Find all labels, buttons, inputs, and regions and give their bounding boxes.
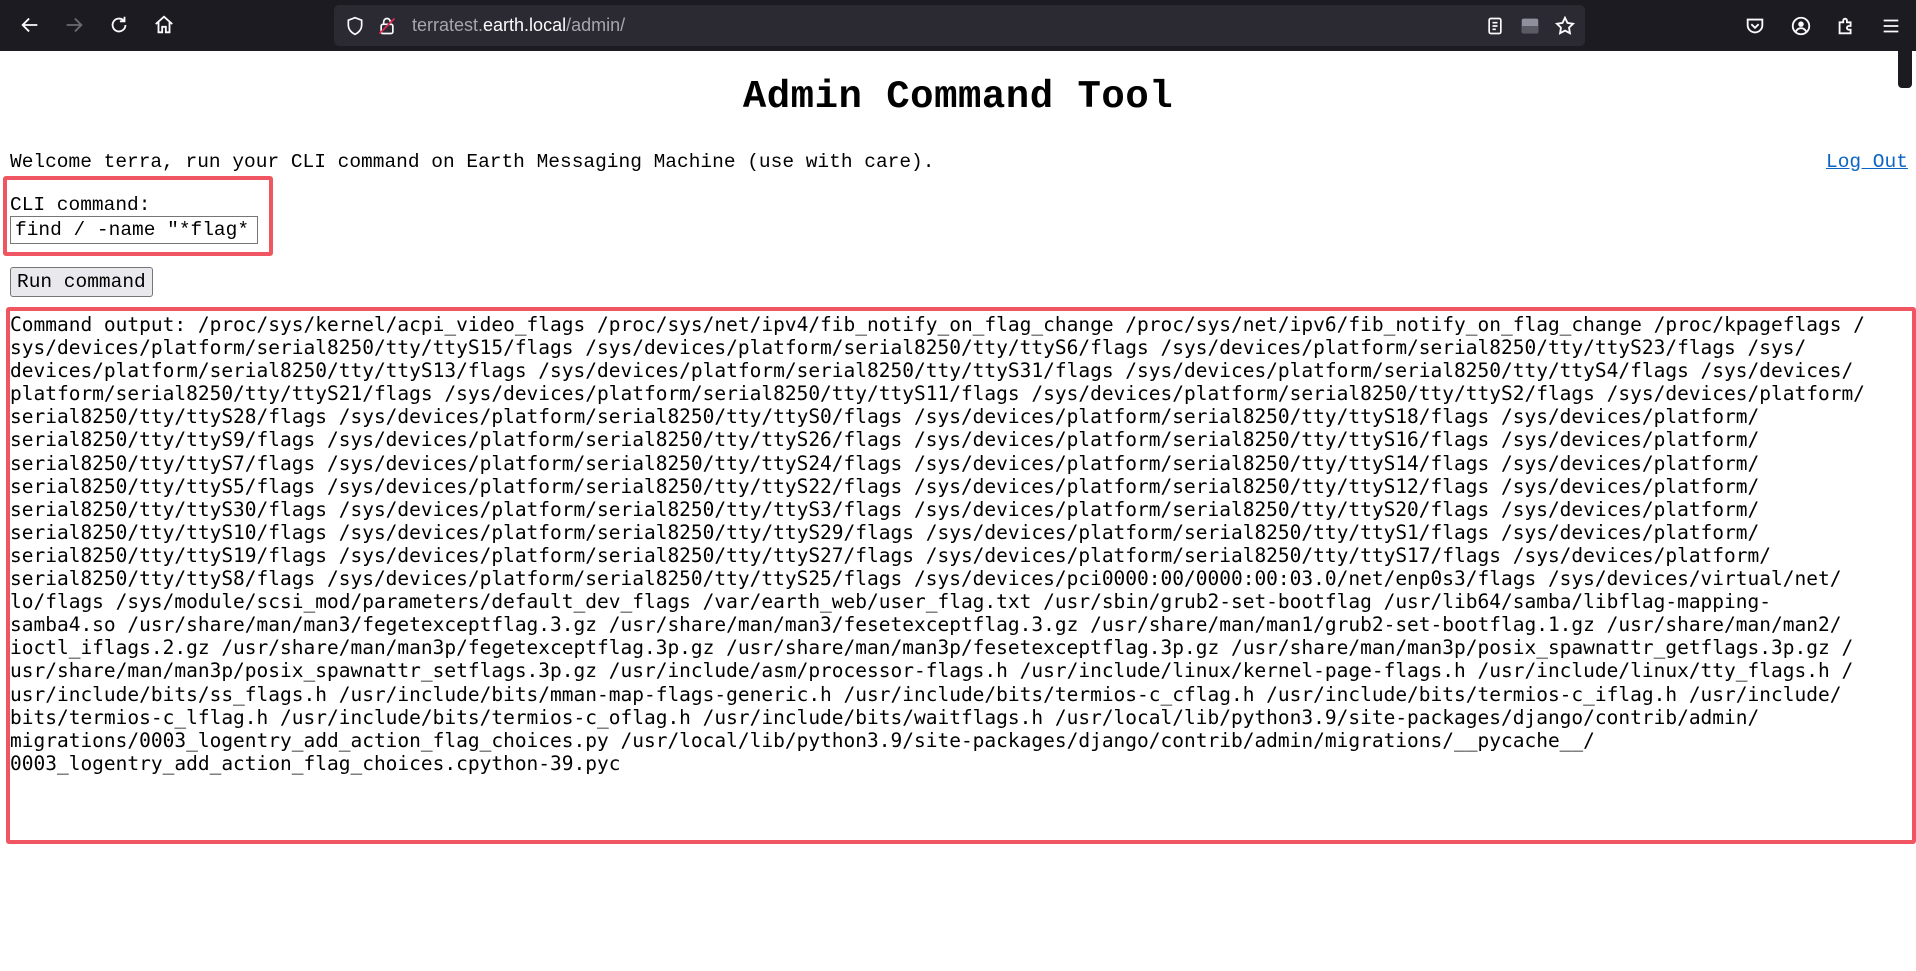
output-line: platform/serial8250/tty/ttyS21/flags /sy… — [10, 382, 1865, 406]
url-bar[interactable]: terratest.earth.local/admin/ — [334, 5, 1585, 46]
output-line: serial8250/tty/ttyS9/flags /sys/devices/… — [10, 428, 1760, 452]
url-path: /admin/ — [566, 15, 626, 35]
output-line: bits/termios-c_lflag.h /usr/include/bits… — [10, 705, 1760, 729]
browser-toolbar: terratest.earth.local/admin/ — [0, 0, 1916, 88]
reader-icon[interactable] — [1484, 15, 1506, 37]
bookmark-star-icon[interactable] — [1554, 15, 1576, 37]
pocket-icon[interactable] — [1743, 14, 1767, 38]
command-output: Command output: /proc/sys/kernel/acpi_vi… — [10, 313, 1910, 775]
output-line: serial8250/tty/ttyS19/flags /sys/devices… — [10, 543, 1771, 567]
output-line: serial8250/tty/ttyS8/flags /sys/devices/… — [10, 567, 1842, 591]
output-line: usr/include/bits/ss_flags.h /usr/include… — [10, 682, 1842, 706]
url-domain: earth.local — [483, 15, 567, 35]
output-line: lo/flags /sys/module/scsi_mod/parameters… — [10, 590, 1771, 614]
url-text[interactable]: terratest.earth.local/admin/ — [412, 15, 625, 36]
cli-command-input[interactable] — [10, 216, 258, 244]
output-line: serial8250/tty/ttyS10/flags /sys/devices… — [10, 520, 1760, 544]
output-line: 0003_logentry_add_action_flag_choices.cp… — [10, 751, 621, 775]
extensions-icon[interactable] — [1834, 14, 1858, 38]
shield-icon[interactable] — [344, 15, 366, 37]
output-line: serial8250/tty/ttyS30/flags /sys/devices… — [10, 497, 1760, 521]
back-icon[interactable] — [12, 7, 48, 43]
output-line: ioctl_iflags.2.gz /usr/share/man/man3p/f… — [10, 636, 1854, 660]
output-line: usr/share/man/man3p/posix_spawnattr_setf… — [10, 659, 1854, 683]
output-line: samba4.so /usr/share/man/man3/fegetexcep… — [10, 613, 1842, 637]
run-command-button[interactable]: Run command — [10, 267, 153, 297]
reload-icon[interactable] — [101, 7, 137, 43]
forward-icon[interactable] — [56, 7, 92, 43]
output-line: sys/devices/platform/serial8250/tty/ttyS… — [10, 336, 1807, 360]
page-content: Admin Command Tool Welcome terra, run yo… — [0, 51, 1916, 971]
cli-label: CLI command: — [10, 194, 151, 216]
home-icon[interactable] — [146, 7, 182, 43]
welcome-message: Welcome terra, run your CLI command on E… — [10, 151, 935, 173]
lock-icon[interactable] — [376, 15, 398, 37]
logout-link[interactable]: Log Out — [1826, 151, 1908, 173]
output-line: serial8250/tty/ttyS7/flags /sys/devices/… — [10, 451, 1760, 475]
output-line: serial8250/tty/ttyS5/flags /sys/devices/… — [10, 474, 1760, 498]
output-line: Command output: /proc/sys/kernel/acpi_vi… — [10, 313, 1865, 336]
output-line: devices/platform/serial8250/tty/ttyS13/f… — [10, 359, 1854, 383]
page-title: Admin Command Tool — [742, 75, 1174, 119]
extension-tray-icon[interactable] — [1519, 15, 1541, 37]
account-icon[interactable] — [1789, 14, 1813, 38]
url-prefix: terratest. — [412, 15, 484, 35]
output-line: migrations/0003_logentry_add_action_flag… — [10, 728, 1595, 752]
output-line: serial8250/tty/ttyS28/flags /sys/devices… — [10, 405, 1760, 429]
